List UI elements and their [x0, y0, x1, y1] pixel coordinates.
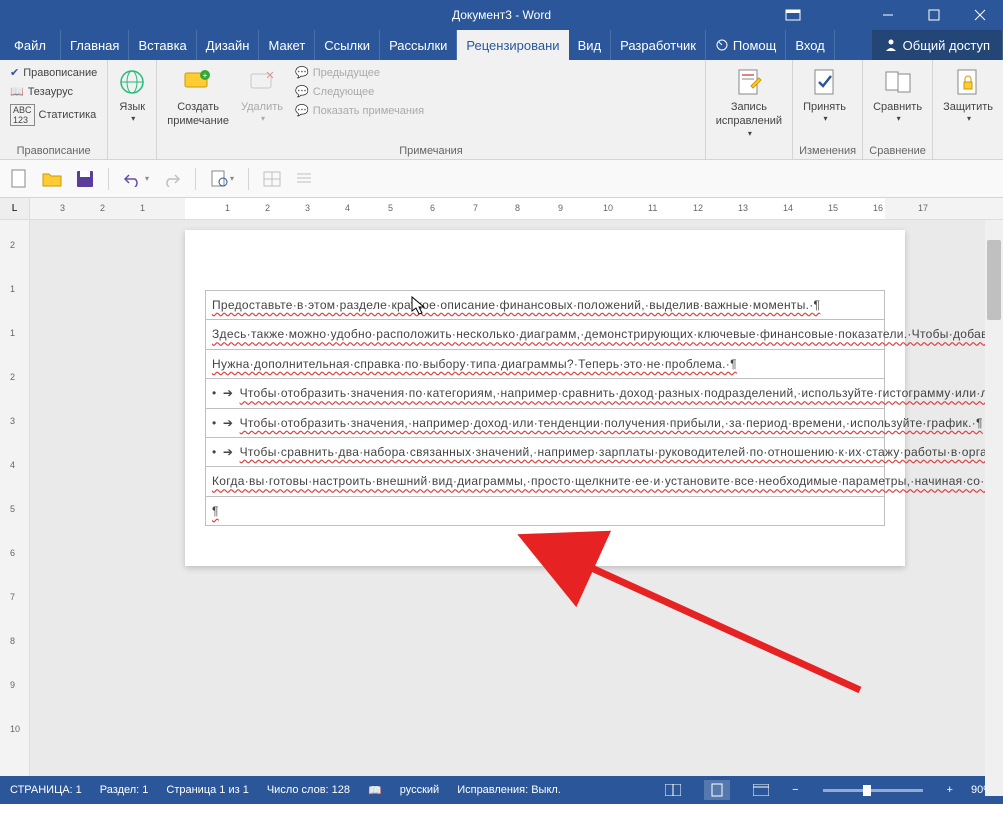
prev-comment-button: 💬Предыдущее: [291, 64, 428, 81]
table-row[interactable]: Чтобы·отобразить·значения·по·категориям,…: [205, 379, 885, 408]
group-comments: + Создать примечание Удалить▾ 💬Предыдуще…: [157, 60, 705, 159]
language-button[interactable]: Язык▾: [114, 64, 150, 127]
group-compare: Сравнить▾ Сравнение: [863, 60, 933, 159]
close-button[interactable]: [957, 0, 1003, 30]
ribbon: ✔Правописание 📖Тезаурус ABC123Статистика…: [0, 60, 1003, 160]
tab-layout[interactable]: Макет: [259, 30, 315, 60]
zoom-out-button[interactable]: −: [792, 784, 798, 796]
tab-home[interactable]: Главная: [61, 30, 129, 60]
compare-button[interactable]: Сравнить▾: [869, 64, 926, 127]
comment-next-icon: 💬: [295, 85, 309, 98]
redo-icon[interactable]: [163, 171, 181, 187]
status-page-of[interactable]: Страница 1 из 1: [166, 784, 248, 796]
group-changes: Принять▾ Изменения: [793, 60, 863, 159]
status-bar: СТРАНИЦА: 1 Раздел: 1 Страница 1 из 1 Чи…: [0, 776, 1003, 804]
title-bar: Документ3 - Word: [0, 0, 1003, 30]
share-button[interactable]: Общий доступ: [872, 30, 1003, 60]
vertical-ruler[interactable]: 2112345678910: [0, 220, 30, 776]
document-area[interactable]: Предоставьте·в·этом·разделе·краткое·опис…: [30, 220, 1003, 776]
table-row[interactable]: Чтобы·сравнить·два·набора·связанных·знач…: [205, 438, 885, 467]
delete-comment-button: Удалить▾: [237, 64, 287, 127]
table-row[interactable]: Предоставьте·в·этом·разделе·краткое·опис…: [205, 290, 885, 320]
table-row[interactable]: Чтобы·отобразить·значения,·например·дохо…: [205, 409, 885, 438]
tab-review[interactable]: Рецензировани: [457, 30, 568, 60]
group-tracking: Запись исправлений▾: [706, 60, 793, 159]
status-section[interactable]: Раздел: 1: [100, 784, 149, 796]
workspace: 2112345678910 Предоставьте·в·этом·раздел…: [0, 220, 1003, 776]
read-mode-icon[interactable]: [660, 780, 686, 800]
tab-view[interactable]: Вид: [569, 30, 612, 60]
minimize-button[interactable]: [865, 0, 911, 30]
status-language[interactable]: русский: [400, 784, 439, 796]
table-row[interactable]: ¶: [205, 497, 885, 526]
ruler-corner: L: [0, 198, 30, 219]
group-label: Сравнение: [869, 143, 926, 159]
maximize-button[interactable]: [911, 0, 957, 30]
word-count-button[interactable]: ABC123Статистика: [6, 102, 101, 128]
spelling-button[interactable]: ✔Правописание: [6, 64, 101, 81]
tab-design[interactable]: Дизайн: [197, 30, 260, 60]
comment-prev-icon: 💬: [295, 66, 309, 79]
table-row[interactable]: Когда·вы·готовы·настроить·внешний·вид·ди…: [205, 467, 885, 496]
status-track-changes[interactable]: Исправления: Выкл.: [457, 784, 561, 796]
table-row[interactable]: Нужна·дополнительная·справка·по·выбору·т…: [205, 350, 885, 379]
track-changes-icon: [735, 66, 763, 98]
group-language: Язык▾: [108, 60, 157, 159]
new-comment-icon: +: [183, 66, 213, 98]
ribbon-display-options-icon[interactable]: [773, 0, 813, 30]
paragraph-icon[interactable]: [295, 171, 313, 187]
print-preview-icon[interactable]: ▾: [210, 170, 234, 188]
lock-icon: [954, 66, 982, 98]
window-title: Документ3 - Word: [452, 8, 551, 22]
group-label: Правописание: [6, 143, 101, 159]
zoom-in-button[interactable]: +: [947, 784, 953, 796]
delete-comment-icon: [249, 66, 275, 98]
tab-help[interactable]: Помощ: [706, 30, 786, 60]
tab-file[interactable]: Файл: [0, 30, 61, 60]
svg-text:+: +: [203, 71, 208, 80]
print-layout-icon[interactable]: [704, 780, 730, 800]
accept-icon: [811, 66, 839, 98]
ribbon-tabs: Файл Главная Вставка Дизайн Макет Ссылки…: [0, 30, 1003, 60]
new-comment-button[interactable]: + Создать примечание: [163, 64, 233, 131]
tab-signin[interactable]: Вход: [786, 30, 834, 60]
group-proofing: ✔Правописание 📖Тезаурус ABC123Статистика…: [0, 60, 108, 159]
accept-button[interactable]: Принять▾: [799, 64, 850, 127]
tab-insert[interactable]: Вставка: [129, 30, 196, 60]
web-layout-icon[interactable]: [748, 780, 774, 800]
group-protect: Защитить▾: [933, 60, 1003, 159]
scrollbar-thumb[interactable]: [987, 240, 1001, 320]
next-comment-button: 💬Следующее: [291, 83, 428, 100]
page[interactable]: Предоставьте·в·этом·разделе·краткое·опис…: [185, 230, 905, 566]
status-page[interactable]: СТРАНИЦА: 1: [10, 784, 82, 796]
table-row[interactable]: Здесь·также·можно·удобно·расположить·нес…: [205, 320, 885, 349]
undo-icon[interactable]: ▾: [123, 171, 149, 187]
group-label: Примечания: [163, 143, 698, 159]
table-icon[interactable]: [263, 171, 281, 187]
globe-icon: [118, 66, 146, 98]
protect-button[interactable]: Защитить▾: [939, 64, 997, 127]
tab-mailings[interactable]: Рассылки: [380, 30, 457, 60]
group-label: Изменения: [799, 143, 856, 159]
thesaurus-button[interactable]: 📖Тезаурус: [6, 83, 101, 100]
status-word-count[interactable]: Число слов: 128: [267, 784, 350, 796]
tab-references[interactable]: Ссылки: [315, 30, 380, 60]
status-lang-icon: 📖: [368, 784, 382, 797]
tab-developer[interactable]: Разработчик: [611, 30, 706, 60]
track-changes-button[interactable]: Запись исправлений▾: [712, 64, 786, 141]
show-comments-button: 💬Показать примечания: [291, 102, 428, 119]
save-icon[interactable]: [76, 170, 94, 188]
show-comments-icon: 💬: [295, 104, 309, 117]
horizontal-ruler[interactable]: L 3211234567891011121314151617: [0, 198, 1003, 220]
vertical-scrollbar[interactable]: [985, 220, 1003, 796]
compare-icon: [884, 66, 912, 98]
open-icon[interactable]: [42, 171, 62, 187]
quick-access-toolbar: ▾ ▾: [0, 160, 1003, 198]
new-doc-icon[interactable]: [10, 169, 28, 189]
zoom-slider[interactable]: [823, 789, 923, 792]
